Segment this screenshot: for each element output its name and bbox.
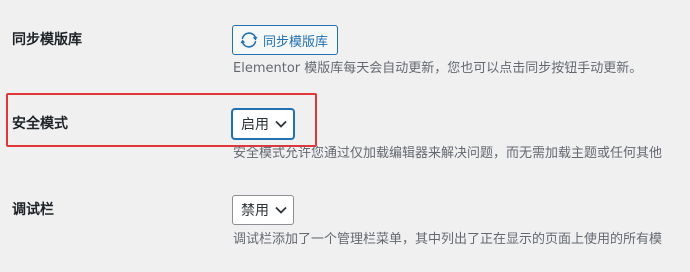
debug-bar-description: 调试栏添加了一个管理栏菜单，其中列出了正在显示的页面上使用的所有模 xyxy=(233,232,663,247)
sync-icon xyxy=(240,31,258,49)
sync-library-label: 同步模版库 xyxy=(12,32,82,48)
chevron-down-icon xyxy=(275,206,287,214)
sync-library-button-label: 同步模版库 xyxy=(263,34,329,50)
debug-bar-select[interactable]: 禁用 xyxy=(232,195,294,225)
debug-bar-selected-value: 禁用 xyxy=(241,203,269,219)
sync-library-button[interactable]: 同步模版库 xyxy=(232,25,339,55)
safe-mode-selected-value: 启用 xyxy=(241,117,269,133)
debug-bar-label: 调试栏 xyxy=(12,202,54,218)
sync-library-description: Elementor 模版库每天会自动更新，您也可以点击同步按钮手动更新。 xyxy=(233,61,643,76)
safe-mode-select[interactable]: 启用 xyxy=(232,109,294,139)
chevron-down-icon xyxy=(275,120,287,128)
safe-mode-description: 安全模式允许您通过仅加载编辑器来解决问题，而无需加载主题或任何其他 xyxy=(233,146,663,161)
safe-mode-label: 安全模式 xyxy=(12,116,68,132)
